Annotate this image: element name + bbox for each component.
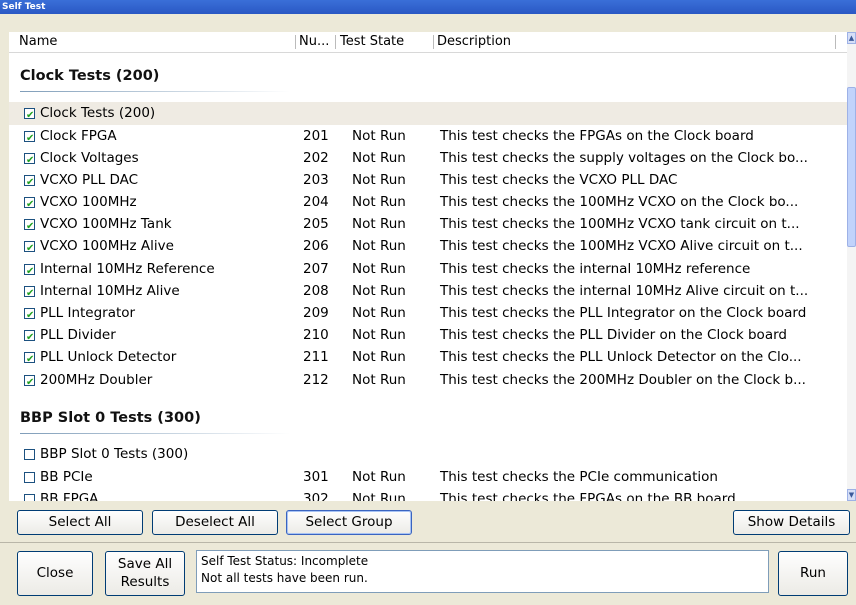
group-header-clock: Clock Tests (200) xyxy=(20,68,160,84)
checkbox[interactable]: ✔ xyxy=(24,264,35,277)
checkbox[interactable]: ✔ xyxy=(24,308,35,321)
window-title: Self Test xyxy=(0,0,856,14)
scroll-thumb[interactable] xyxy=(847,87,856,247)
table-row[interactable]: ✔ Clock Voltages 202 Not Run This test c… xyxy=(9,147,847,170)
checkbox[interactable]: ✔ xyxy=(24,375,35,388)
table-row[interactable]: ✔ VCXO PLL DAC 203 Not Run This test che… xyxy=(9,169,847,192)
checkbox[interactable]: ✔ xyxy=(24,330,35,343)
checkbox[interactable] xyxy=(24,449,35,460)
check-icon: ✔ xyxy=(26,354,35,365)
status-line-1: Self Test Status: Incomplete xyxy=(201,554,369,568)
results-label: Results xyxy=(120,574,170,590)
close-button[interactable]: Close xyxy=(17,551,93,596)
check-icon: ✔ xyxy=(26,377,35,388)
table-row[interactable]: ✔ Internal 10MHz Alive 208 Not Run This … xyxy=(9,280,847,303)
checkbox[interactable] xyxy=(24,472,35,483)
table-row[interactable]: ✔ VCXO 100MHz 204 Not Run This test chec… xyxy=(9,191,847,214)
table-row[interactable]: ✔ Internal 10MHz Reference 207 Not Run T… xyxy=(9,258,847,281)
column-name[interactable]: Name xyxy=(19,34,57,49)
checkbox[interactable]: ✔ xyxy=(24,219,35,232)
run-button[interactable]: Run xyxy=(778,551,848,596)
table-row[interactable]: ✔ Clock FPGA 201 Not Run This test check… xyxy=(9,125,847,148)
table-row[interactable]: ✔ PLL Integrator 209 Not Run This test c… xyxy=(9,302,847,325)
select-all-button[interactable]: Select All xyxy=(17,510,143,535)
checkbox[interactable]: ✔ xyxy=(24,241,35,254)
group-underline xyxy=(20,433,290,434)
checkbox[interactable]: ✔ xyxy=(24,352,35,365)
column-description[interactable]: Description xyxy=(437,34,511,49)
check-icon: ✔ xyxy=(26,243,35,254)
table-row[interactable]: ✔ VCXO 100MHz Tank 205 Not Run This test… xyxy=(9,213,847,236)
deselect-all-button[interactable]: Deselect All xyxy=(152,510,278,535)
scroll-down-icon[interactable]: ▼ xyxy=(847,489,856,501)
table-row[interactable]: ✔ 200MHz Doubler 212 Not Run This test c… xyxy=(9,369,847,392)
check-icon: ✔ xyxy=(26,110,35,121)
checkbox[interactable]: ✔ xyxy=(24,131,35,144)
divider xyxy=(0,542,856,543)
table-row[interactable]: ✔ PLL Divider 210 Not Run This test chec… xyxy=(9,324,847,347)
column-header: Name Nu... Test State Description xyxy=(9,32,847,53)
table-row[interactable]: BBP Slot 0 Tests (300) xyxy=(9,443,847,466)
column-number[interactable]: Nu... xyxy=(299,34,329,49)
table-row[interactable]: BB FPGA 302 Not Run This test checks the… xyxy=(9,488,847,501)
table-row[interactable]: ✔ Clock Tests (200) xyxy=(9,102,847,125)
group-header-bbp: BBP Slot 0 Tests (300) xyxy=(20,410,201,426)
select-group-button[interactable]: Select Group xyxy=(286,510,412,535)
show-details-button[interactable]: Show Details xyxy=(733,510,850,535)
checkbox[interactable] xyxy=(24,494,35,501)
table-row[interactable]: ✔ VCXO 100MHz Alive 206 Not Run This tes… xyxy=(9,235,847,258)
vertical-scrollbar[interactable]: ▲ ▼ xyxy=(847,32,856,501)
checkbox[interactable]: ✔ xyxy=(24,286,35,299)
save-all-label: Save All xyxy=(117,556,173,572)
checkbox[interactable]: ✔ xyxy=(24,175,35,188)
checkbox[interactable]: ✔ xyxy=(24,108,35,121)
save-all-results-button[interactable]: Save All Results xyxy=(105,551,185,596)
status-panel: Self Test Status: Incomplete Not all tes… xyxy=(196,550,769,593)
group-underline xyxy=(20,91,290,92)
table-row[interactable]: BB PCIe 301 Not Run This test checks the… xyxy=(9,466,847,489)
checkbox[interactable]: ✔ xyxy=(24,197,35,210)
table-row[interactable]: ✔ PLL Unlock Detector 211 Not Run This t… xyxy=(9,346,847,369)
status-line-2: Not all tests have been run. xyxy=(201,571,368,585)
column-test-state[interactable]: Test State xyxy=(340,34,404,49)
checkbox[interactable]: ✔ xyxy=(24,153,35,166)
scroll-up-icon[interactable]: ▲ xyxy=(847,32,856,44)
